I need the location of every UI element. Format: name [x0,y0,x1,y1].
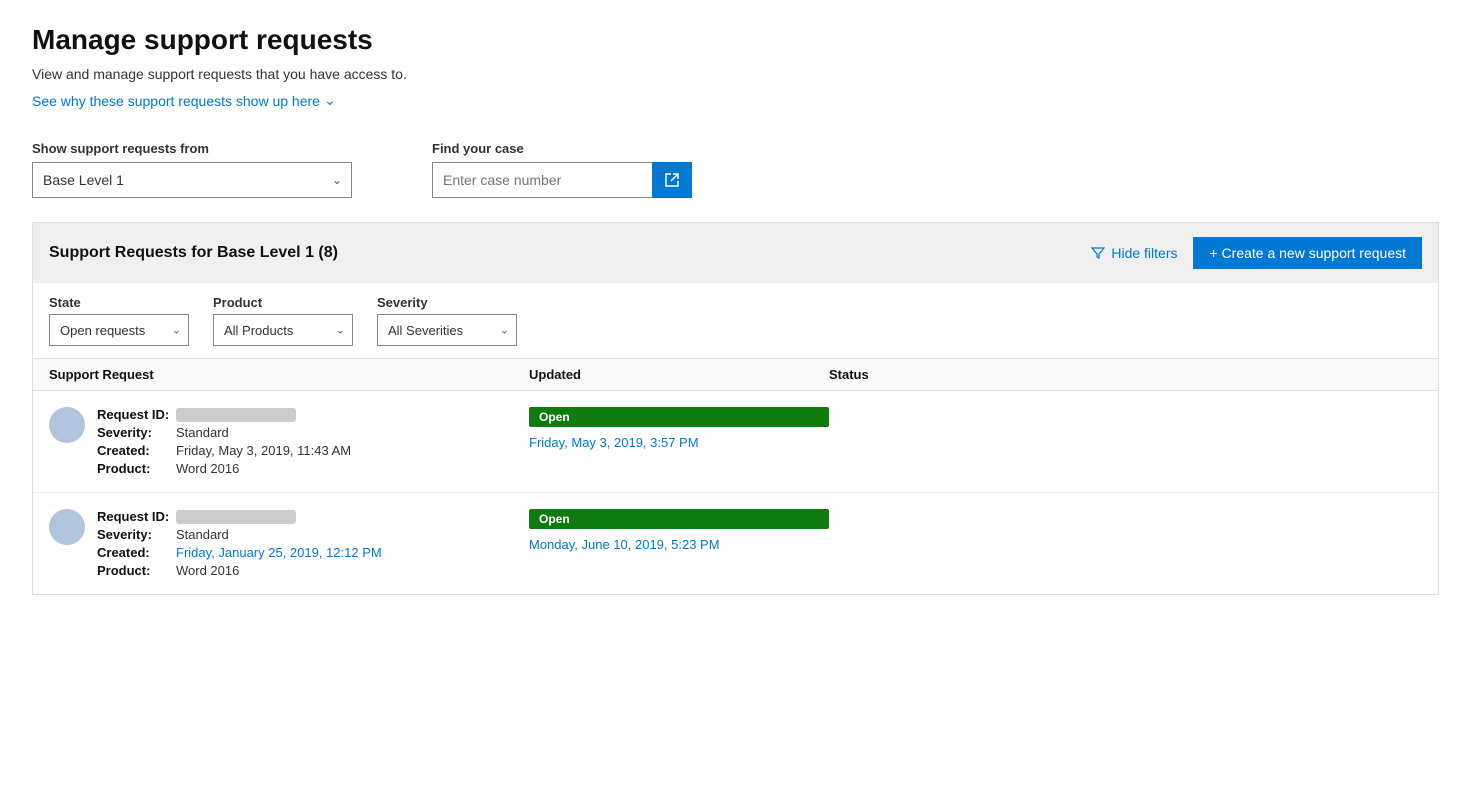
filters-row: State Open requests ⌄ Product All Produc… [33,283,1438,359]
table-title: Support Requests for Base Level 1 (8) [49,244,338,262]
avatar [49,509,85,545]
state-filter-group: State Open requests ⌄ [49,295,189,346]
severity-value: Standard [176,425,229,440]
support-table-section: Support Requests for Base Level 1 (8) Hi… [32,222,1439,595]
severity-filter-dropdown[interactable]: All Severities ⌄ [377,314,517,346]
state-select[interactable]: Open requests [49,314,189,346]
request-id-label: Request ID: [97,407,172,422]
show-from-group: Show support requests from Base Level 1 … [32,141,352,198]
state-filter-dropdown[interactable]: Open requests ⌄ [49,314,189,346]
col-header-support-request: Support Request [49,367,529,382]
product-filter-label: Product [213,295,353,310]
product-filter-dropdown[interactable]: All Products ⌄ [213,314,353,346]
request-id-value [176,510,296,524]
request-details: Request ID: Severity: Standard Created: … [97,407,351,476]
severity-filter-label: Severity [377,295,517,310]
request-left-col: Request ID: Severity: Standard Created: … [49,509,529,578]
severity-filter-group: Severity All Severities ⌄ [377,295,517,346]
col-header-status: Status [829,367,1422,382]
request-id-row: Request ID: [97,509,382,524]
severity-row: Severity: Standard [97,425,351,440]
find-case-group: Find your case [432,141,692,198]
find-case-label: Find your case [432,141,692,156]
avatar [49,407,85,443]
controls-row: Show support requests from Base Level 1 … [32,141,1439,198]
show-from-dropdown[interactable]: Base Level 1 ⌄ [32,162,352,198]
table-header-bar: Support Requests for Base Level 1 (8) Hi… [33,223,1438,283]
severity-value: Standard [176,527,229,542]
page-title: Manage support requests [32,24,1439,56]
product-value: Word 2016 [176,461,239,476]
product-filter-group: Product All Products ⌄ [213,295,353,346]
header-actions: Hide filters + Create a new support requ… [1091,237,1422,269]
table-row[interactable]: Request ID: Severity: Standard Created: … [33,391,1438,493]
severity-row: Severity: Standard [97,527,382,542]
severity-label: Severity: [97,425,172,440]
updated-date: Monday, June 10, 2019, 5:23 PM [529,537,829,552]
hide-filters-button[interactable]: Hide filters [1091,245,1177,261]
product-row: Product: Word 2016 [97,461,351,476]
created-label: Created: [97,545,172,560]
created-value: Friday, January 25, 2019, 12:12 PM [176,545,382,560]
col-header-updated: Updated [529,367,829,382]
create-support-request-button[interactable]: + Create a new support request [1193,237,1422,269]
page-subtitle: View and manage support requests that yo… [32,66,1439,82]
updated-col: Open Monday, June 10, 2019, 5:23 PM [529,509,829,552]
severity-label: Severity: [97,527,172,542]
updated-col: Open Friday, May 3, 2019, 3:57 PM [529,407,829,450]
case-number-input[interactable] [432,162,652,198]
case-search-button[interactable] [652,162,692,198]
created-value: Friday, May 3, 2019, 11:43 AM [176,443,351,458]
show-from-select[interactable]: Base Level 1 [32,162,352,198]
requests-container: Request ID: Severity: Standard Created: … [33,391,1438,594]
case-search-row [432,162,692,198]
product-row: Product: Word 2016 [97,563,382,578]
request-id-label: Request ID: [97,509,172,524]
show-from-label: Show support requests from [32,141,352,156]
column-headers: Support Request Updated Status [33,359,1438,391]
request-id-row: Request ID: [97,407,351,422]
external-link-icon [664,172,680,188]
request-left-col: Request ID: Severity: Standard Created: … [49,407,529,476]
state-filter-label: State [49,295,189,310]
status-badge: Open [529,509,829,529]
product-select[interactable]: All Products [213,314,353,346]
request-id-value [176,408,296,422]
request-details: Request ID: Severity: Standard Created: … [97,509,382,578]
updated-date: Friday, May 3, 2019, 3:57 PM [529,435,829,450]
product-value: Word 2016 [176,563,239,578]
filter-icon [1091,246,1105,260]
created-label: Created: [97,443,172,458]
created-row: Created: Friday, January 25, 2019, 12:12… [97,545,382,560]
why-link[interactable]: See why these support requests show up h… [32,92,336,109]
created-row: Created: Friday, May 3, 2019, 11:43 AM [97,443,351,458]
product-label: Product: [97,563,172,578]
status-badge: Open [529,407,829,427]
chevron-down-icon: ⌄ [324,92,336,109]
severity-select[interactable]: All Severities [377,314,517,346]
table-row[interactable]: Request ID: Severity: Standard Created: … [33,493,1438,594]
product-label: Product: [97,461,172,476]
